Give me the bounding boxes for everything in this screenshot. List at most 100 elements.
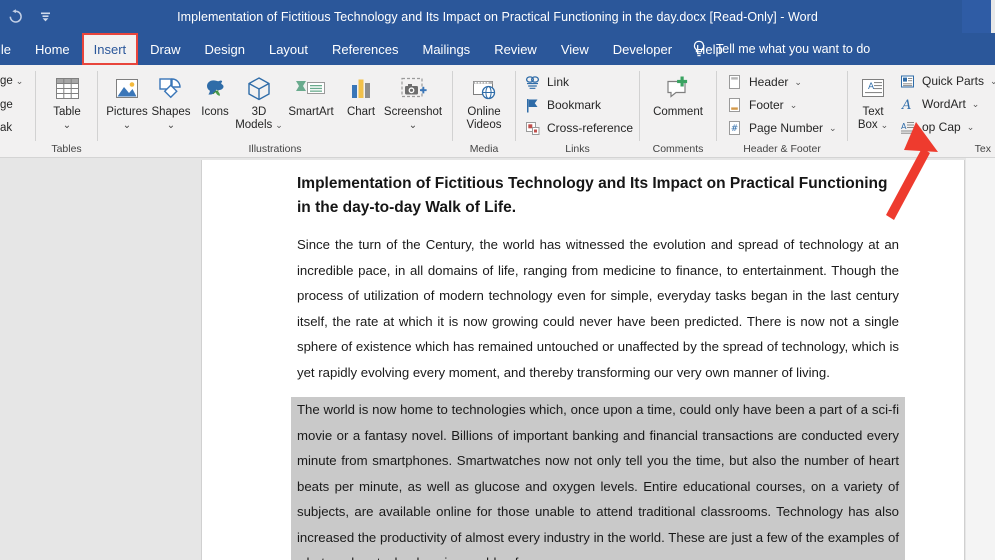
document-heading: Implementation of Fictitious Technology … <box>297 172 899 220</box>
link-label: Link <box>547 75 569 89</box>
table-button[interactable]: Table ⌄ <box>38 70 96 131</box>
header-icon <box>726 74 743 91</box>
footer-button[interactable]: Footer ⌄ <box>726 94 797 116</box>
header-button[interactable]: Header ⌄ <box>726 71 802 93</box>
page-number-button[interactable]: # Page Number ⌄ <box>726 117 837 139</box>
svg-text:#: # <box>731 124 739 134</box>
chart-icon <box>346 70 376 104</box>
online-videos-button[interactable]: Online Videos <box>455 70 513 132</box>
table-icon <box>52 70 83 104</box>
group-label-tables: Tables <box>36 143 97 155</box>
ribbon-group-comments: Comment Comments <box>640 65 716 158</box>
cross-reference-icon <box>524 120 541 137</box>
document-paragraph-1: Since the turn of the Century, the world… <box>297 232 899 385</box>
blank-page-button[interactable]: ge <box>0 99 13 111</box>
bookmark-label: Bookmark <box>547 98 601 112</box>
chevron-down-icon[interactable]: ⌄ <box>794 78 802 87</box>
ribbon-group-media: Online Videos Media <box>453 65 515 158</box>
tab-review[interactable]: Review <box>482 33 549 65</box>
window-title: Implementation of Fictitious Technology … <box>0 0 995 33</box>
document-page[interactable]: Implementation of Fictitious Technology … <box>201 160 965 560</box>
text-box-icon: A <box>858 70 888 104</box>
smartart-label: SmartArt <box>288 106 333 119</box>
quick-parts-button[interactable]: Quick Parts ⌄ <box>899 70 995 92</box>
comment-button[interactable]: Comment <box>649 70 707 119</box>
ribbon-group-header-footer: Header ⌄ Footer ⌄ # <box>717 65 847 158</box>
tab-draw[interactable]: Draw <box>138 33 192 65</box>
screenshot-icon <box>397 70 429 104</box>
text-box-label: Text <box>862 106 883 119</box>
ribbon-group-links: Link Bookmark <box>516 65 639 158</box>
group-label-header-footer: Header & Footer <box>717 143 847 155</box>
text-box-label-2: Box⌄ <box>858 119 888 132</box>
icons-label: Icons <box>201 106 229 119</box>
cover-page-button[interactable]: ge⌄ <box>0 75 23 87</box>
3d-models-icon <box>244 70 274 104</box>
chevron-down-icon[interactable]: ⌄ <box>790 101 798 110</box>
comment-icon <box>662 70 694 104</box>
link-button[interactable]: Link <box>524 71 569 93</box>
footer-icon <box>726 97 743 114</box>
tab-design[interactable]: Design <box>193 33 257 65</box>
tab-home[interactable]: Home <box>23 33 82 65</box>
tab-insert[interactable]: Insert <box>82 33 139 65</box>
page-break-button[interactable]: ak <box>0 122 12 134</box>
text-box-button[interactable]: A Text Box⌄ <box>851 70 895 132</box>
chevron-down-icon[interactable]: ⌄ <box>829 124 837 133</box>
bookmark-icon <box>524 97 541 114</box>
tell-me-search[interactable]: Tell me what you want to do <box>692 33 870 65</box>
footer-label: Footer <box>749 98 784 112</box>
chevron-down-icon[interactable]: ⌄ <box>63 120 71 131</box>
comment-label: Comment <box>653 106 703 119</box>
document-workspace: Implementation of Fictitious Technology … <box>0 158 995 560</box>
wordart-label: WordArt <box>922 97 966 111</box>
header-label: Header <box>749 75 788 89</box>
chevron-down-icon[interactable]: ⌄ <box>409 120 417 131</box>
group-label-illustrations: Illustrations <box>98 143 452 155</box>
word-window: Implementation of Fictitious Technology … <box>0 0 995 560</box>
chart-label: Chart <box>347 106 375 119</box>
ribbon-group-illustrations: Pictures ⌄ Shapes ⌄ <box>98 65 452 158</box>
document-paragraph-2-selected: The world is now home to technologies wh… <box>297 397 899 560</box>
pictures-icon <box>112 70 142 104</box>
drop-cap-label: op Cap <box>922 120 961 134</box>
bookmark-button[interactable]: Bookmark <box>524 94 601 116</box>
tab-view[interactable]: View <box>549 33 601 65</box>
group-label-links: Links <box>516 143 639 155</box>
icons-icon <box>200 70 230 104</box>
online-videos-label: Online <box>467 106 500 119</box>
shapes-label: Shapes <box>151 106 190 119</box>
chevron-down-icon[interactable]: ⌄ <box>967 123 975 132</box>
page-number-label: Page Number <box>749 121 823 135</box>
3d-models-button[interactable]: 3D Models⌄ <box>230 70 288 132</box>
group-label-media: Media <box>453 143 515 155</box>
svg-text:A: A <box>868 82 875 92</box>
chevron-down-icon[interactable]: ⌄ <box>990 77 995 86</box>
quick-parts-icon <box>899 73 916 90</box>
title-bar: Implementation of Fictitious Technology … <box>0 0 995 33</box>
lightbulb-icon <box>692 40 708 58</box>
wordart-icon: A <box>899 96 916 113</box>
ribbon-tab-strip: File Home Insert Draw Design Layout Refe… <box>0 33 995 65</box>
online-videos-label-2: Videos <box>467 119 502 132</box>
right-margin-pane <box>966 158 995 560</box>
table-label: Table <box>53 106 81 119</box>
screenshot-button[interactable]: Screenshot ⌄ <box>374 70 452 131</box>
chevron-down-icon[interactable]: ⌄ <box>167 120 175 131</box>
tab-references[interactable]: References <box>320 33 410 65</box>
tab-file[interactable]: File <box>0 33 23 65</box>
drop-cap-button[interactable]: A op Cap ⌄ <box>899 116 974 138</box>
ribbon-group-pages: ge⌄ ge ak <box>0 65 30 158</box>
tab-developer[interactable]: Developer <box>601 33 684 65</box>
cross-reference-button[interactable]: Cross-reference <box>524 117 633 139</box>
svg-text:A: A <box>901 98 911 112</box>
tell-me-label: Tell me what you want to do <box>716 42 870 56</box>
tab-mailings[interactable]: Mailings <box>411 33 483 65</box>
tab-layout[interactable]: Layout <box>257 33 320 65</box>
wordart-button[interactable]: A WordArt ⌄ <box>899 93 979 115</box>
smartart-icon <box>294 70 328 104</box>
screenshot-label: Screenshot <box>384 106 442 119</box>
chevron-down-icon[interactable]: ⌄ <box>123 120 131 131</box>
quick-parts-label: Quick Parts <box>922 74 984 88</box>
chevron-down-icon[interactable]: ⌄ <box>972 100 980 109</box>
